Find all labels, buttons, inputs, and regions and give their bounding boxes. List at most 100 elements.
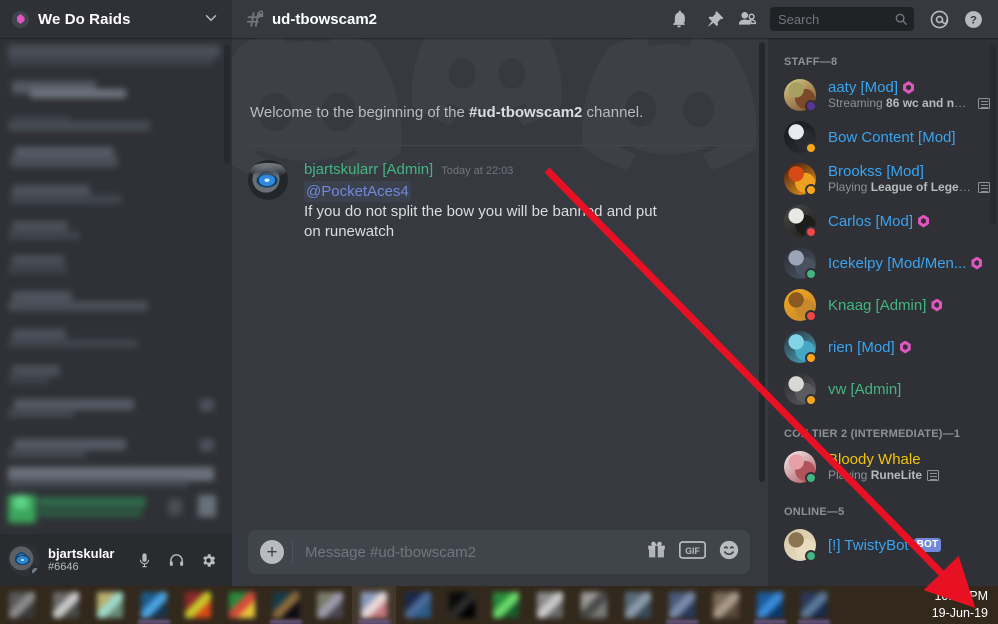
taskbar-app-icon [669, 592, 695, 618]
message-author[interactable]: bjartskularr [Admin] [304, 160, 433, 180]
message-scrollbar[interactable] [759, 42, 765, 482]
clock[interactable]: 10:35 PM 19-Jun-19 [932, 586, 998, 624]
status-indicator [805, 352, 817, 364]
avatar[interactable] [248, 160, 288, 200]
nitro-badge-icon [931, 298, 943, 312]
message-header: bjartskularr [Admin] Today at 22:03 [304, 160, 664, 181]
server-name: We Do Raids [38, 10, 131, 28]
member-list[interactable]: STAFF—8 aaty [Mod] Streaming 86 wc and nop… [768, 38, 998, 586]
member-list-item[interactable]: Carlos [Mod] [768, 200, 998, 242]
member-name-row: Knaag [Admin] [828, 297, 990, 314]
member-name: [!] TwistyBot [828, 536, 909, 554]
member-name-row: Bloody Whale [828, 451, 990, 468]
avatar [784, 121, 817, 154]
member-name-row: aaty [Mod] [828, 79, 990, 96]
channel-name: ud-tbowscam2 [272, 10, 378, 28]
taskbar-item[interactable] [44, 586, 88, 624]
bell-icon[interactable] [662, 2, 696, 36]
gift-icon[interactable] [646, 539, 667, 565]
channel-list[interactable] [0, 38, 232, 534]
emoji-icon[interactable] [718, 539, 740, 566]
taskbar-app-icon [581, 592, 607, 618]
message-input-bar[interactable]: + Message #ud-tbowscam2 GIF [248, 530, 750, 574]
server-header[interactable]: We Do Raids [0, 0, 232, 38]
member-name-row: Icekelpy [Mod/Men... [828, 255, 990, 272]
gear-icon[interactable] [194, 546, 222, 574]
taskbar-active-underline [666, 620, 698, 624]
member-list-item[interactable]: [!] TwistyBot BOT [768, 524, 998, 566]
mention-icon[interactable] [922, 2, 956, 36]
headphones-icon[interactable] [162, 546, 190, 574]
taskbar-app-icon [97, 592, 123, 618]
member-activity: Streaming 86 wc and noprep s... [828, 96, 990, 111]
taskbar-item[interactable] [132, 586, 176, 624]
taskbar-item[interactable] [616, 586, 660, 624]
member-list-item[interactable]: vw [Admin] [768, 368, 998, 410]
member-list-item[interactable]: rien [Mod] [768, 326, 998, 368]
member-info: vw [Admin] [828, 381, 990, 398]
taskbar-item[interactable] [352, 586, 396, 624]
taskbar-item[interactable] [396, 586, 440, 624]
taskbar-app-icon [53, 592, 79, 618]
taskbar-item[interactable] [308, 586, 352, 624]
member-list-item[interactable]: aaty [Mod]Streaming 86 wc and noprep s..… [768, 74, 998, 116]
taskbar-item[interactable] [88, 586, 132, 624]
taskbar-item[interactable] [264, 586, 308, 624]
member-list-item[interactable]: Bow Content [Mod] [768, 116, 998, 158]
member-list-item[interactable]: Knaag [Admin] [768, 284, 998, 326]
taskbar-item[interactable] [176, 586, 220, 624]
taskbar-item[interactable] [220, 586, 264, 624]
member-list-item[interactable]: Brookss [Mod] Playing League of Legends [768, 158, 998, 200]
avatar[interactable] [8, 544, 40, 576]
chevron-down-icon[interactable] [202, 9, 220, 29]
member-info: Bloody Whale Playing RuneLite [828, 451, 990, 483]
member-name: Bow Content [Mod] [828, 128, 956, 146]
header-actions: Search ? [662, 2, 990, 36]
taskbar-item[interactable] [572, 586, 616, 624]
taskbar-app-icon [141, 592, 167, 618]
member-name-row: Carlos [Mod] [828, 213, 990, 230]
taskbar-app-icon [317, 592, 343, 618]
nitro-badge-icon [903, 81, 915, 94]
gif-icon[interactable]: GIF [678, 540, 707, 564]
member-list-item[interactable]: Icekelpy [Mod/Men... [768, 242, 998, 284]
taskbar-item[interactable] [704, 586, 748, 624]
user-panel[interactable]: bjartskular #6646 [0, 534, 232, 586]
member-list-item[interactable]: Bloody Whale Playing RuneLite [768, 446, 998, 488]
help-icon[interactable]: ? [956, 2, 990, 36]
member-name-row: vw [Admin] [828, 381, 990, 398]
avatar [784, 247, 817, 280]
pin-icon[interactable] [696, 2, 730, 36]
taskbar-item[interactable] [660, 586, 704, 624]
search-input[interactable]: Search [770, 7, 914, 31]
message-scroller[interactable]: Welcome to the beginning of the #ud-tbow… [232, 38, 768, 586]
member-list-scrollbar[interactable] [990, 44, 996, 224]
taskbar-app-icon [229, 592, 255, 618]
taskbar-app-icon [493, 592, 519, 618]
message-input[interactable]: Message #ud-tbowscam2 [305, 544, 646, 561]
status-indicator [805, 142, 817, 154]
activity-detail-icon [978, 182, 990, 193]
sidebar-scrollbar[interactable] [224, 44, 230, 164]
avatar [784, 79, 817, 112]
microphone-icon[interactable] [130, 546, 158, 574]
member-name-row: [!] TwistyBot BOT [828, 537, 990, 554]
nitro-boost-gem-icon [12, 10, 29, 28]
taskbar-item[interactable] [528, 586, 572, 624]
channel-list-censored[interactable] [0, 43, 232, 534]
taskbar-item[interactable] [0, 586, 44, 624]
user-mention[interactable]: @PocketAces4 [304, 181, 411, 202]
taskbar-item[interactable] [440, 586, 484, 624]
taskbar-item[interactable] [748, 586, 792, 624]
member-name: Carlos [Mod] [828, 212, 914, 230]
add-attachment-icon[interactable]: + [260, 540, 284, 564]
taskbar-item[interactable] [792, 586, 836, 624]
members-icon[interactable] [730, 2, 764, 36]
taskbar-item[interactable] [484, 586, 528, 624]
message-body: bjartskularr [Admin] Today at 22:03 @Poc… [304, 160, 664, 242]
taskbar-app-icon [625, 592, 651, 618]
taskbar[interactable]: 10:35 PM 19-Jun-19 [0, 586, 998, 624]
status-indicator [805, 268, 817, 280]
member-activity: Playing League of Legends [828, 180, 990, 195]
activity-name: 86 wc and noprep s... [886, 96, 973, 110]
